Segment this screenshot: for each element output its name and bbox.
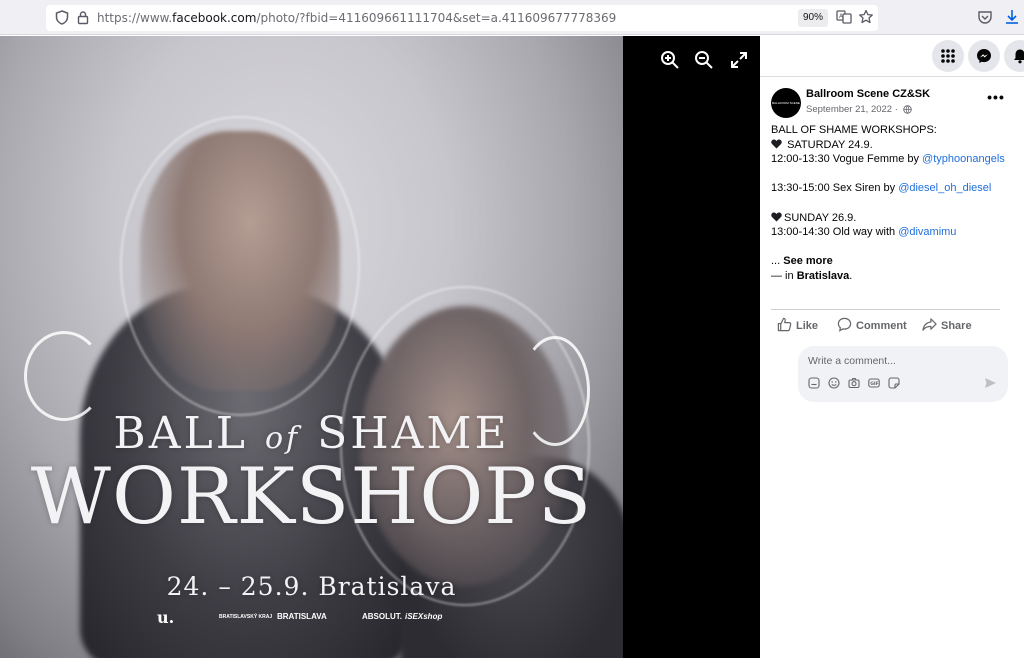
sponsor-logo: BRATISLAVA xyxy=(277,612,327,621)
zoom-in-icon[interactable] xyxy=(658,48,682,72)
post-line: BALL OF SHAME WORKSHOPS: xyxy=(771,124,937,136)
emoji-icon[interactable] xyxy=(828,377,840,389)
svg-text:GIF: GIF xyxy=(870,381,878,387)
photo-viewer: BALL of SHAME WORKSHOPS 24. – 25.9. Brat… xyxy=(0,36,760,658)
post-panel: BALLROOM SCENE CZSK Ballroom Scene CZ&SK… xyxy=(760,76,1024,658)
post-line: ... See more xyxy=(771,255,833,268)
post-line: 13:30-15:00 Sex Siren by @diesel_oh_dies… xyxy=(771,182,992,195)
browser-toolbar: https://www.facebook.com/photo/?fbid=411… xyxy=(0,0,1024,35)
post-line: 12:00-13:30 Vogue Femme by @typhoonangel… xyxy=(771,153,1005,166)
tracking-protection-shield-icon[interactable] xyxy=(55,10,69,25)
avatar-sticker-icon[interactable] xyxy=(808,377,820,389)
bookmark-star-icon[interactable] xyxy=(858,9,874,25)
fullscreen-icon[interactable] xyxy=(727,48,751,72)
sponsor-logo: u. xyxy=(157,608,175,627)
see-more-link[interactable]: See more xyxy=(783,255,833,267)
poster-dates: 24. – 25.9. Bratislava xyxy=(166,572,457,601)
globe-icon xyxy=(902,105,912,114)
menu-button[interactable] xyxy=(932,40,964,72)
post-location: — in Bratislava. xyxy=(771,269,853,282)
zoom-out-icon[interactable] xyxy=(692,48,716,72)
poster-image[interactable]: BALL of SHAME WORKSHOPS 24. – 25.9. Brat… xyxy=(0,36,623,658)
post-line: SUNDAY 26.9. xyxy=(771,211,1021,226)
url-text[interactable]: https://www.facebook.com/photo/?fbid=411… xyxy=(97,11,616,25)
black-heart-icon xyxy=(771,212,782,222)
facebook-header xyxy=(760,36,1024,76)
send-icon[interactable] xyxy=(984,377,997,389)
sponsor-logo: ABSOLUT. xyxy=(362,612,402,621)
mention-link[interactable]: @diesel_oh_diesel xyxy=(898,182,991,194)
black-heart-icon xyxy=(771,139,782,149)
more-options-button[interactable]: ••• xyxy=(986,90,1006,111)
post-line: 13:00-14:30 Old way with @divamimu xyxy=(771,226,957,239)
plastic-wrap xyxy=(120,116,360,416)
location-link[interactable]: Bratislava xyxy=(797,270,850,282)
post-author[interactable]: Ballroom Scene CZ&SK xyxy=(806,88,930,100)
avatar[interactable]: BALLROOM SCENE CZSK xyxy=(771,88,801,118)
mention-link[interactable]: @divamimu xyxy=(898,226,956,238)
post-text: BALL OF SHAME WORKSHOPS: SATURDAY 24.9. … xyxy=(771,123,1021,284)
share-icon xyxy=(922,318,937,331)
comment-button[interactable]: Comment xyxy=(837,317,907,337)
comment-input[interactable]: Write a comment... GIF xyxy=(798,346,1008,402)
download-icon[interactable] xyxy=(1005,9,1019,25)
camera-icon[interactable] xyxy=(848,377,860,389)
sponsor-logo: iSEXshop xyxy=(405,612,443,621)
messenger-button[interactable] xyxy=(968,40,1000,72)
pocket-icon[interactable] xyxy=(977,10,993,25)
sponsor-logos: u. BRATISLAVSKÝ KRAJ BRATISLAVA ABSOLUT.… xyxy=(155,608,455,628)
gif-icon[interactable]: GIF xyxy=(868,377,880,389)
comment-icon xyxy=(837,317,852,332)
mention-link[interactable]: @typhoonangels xyxy=(922,153,1005,165)
translate-icon[interactable]: A xyxy=(836,9,852,25)
sponsor-logo: BRATISLAVSKÝ KRAJ xyxy=(219,614,273,620)
post-line: SATURDAY 24.9. xyxy=(771,138,1021,153)
lock-icon[interactable] xyxy=(77,10,89,25)
grid-menu-icon xyxy=(941,49,955,63)
divider xyxy=(771,309,1000,310)
thumbs-up-icon xyxy=(777,317,792,332)
sticker-icon[interactable] xyxy=(888,377,900,389)
like-button[interactable]: Like xyxy=(777,317,818,337)
bell-icon xyxy=(1014,49,1024,64)
zoom-level-badge[interactable]: 90% xyxy=(798,9,828,27)
poster-title-line2: WORKSHOPS xyxy=(30,452,593,542)
comment-placeholder: Write a comment... xyxy=(808,355,896,367)
notifications-button[interactable] xyxy=(1004,40,1024,72)
post-date[interactable]: September 21, 2022 · xyxy=(806,104,912,115)
address-bar[interactable]: https://www.facebook.com/photo/?fbid=411… xyxy=(46,5,878,31)
share-button[interactable]: Share xyxy=(922,317,972,337)
messenger-icon xyxy=(977,49,991,63)
